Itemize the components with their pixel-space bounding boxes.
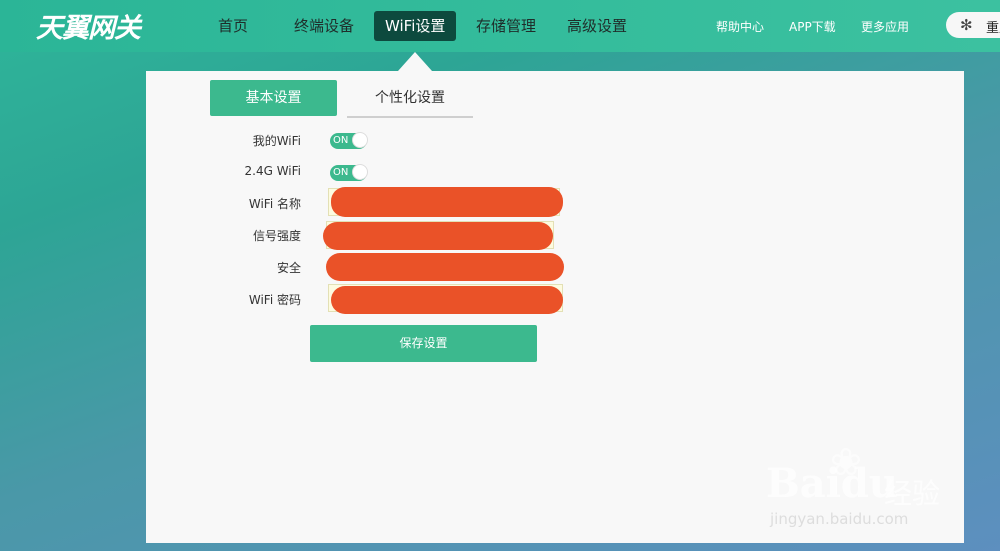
nav-home[interactable]: 首页 bbox=[207, 11, 259, 41]
signal-strength-label: 信号强度 bbox=[252, 229, 301, 243]
security-label: 安全 bbox=[276, 261, 301, 275]
settings-panel: 基本设置 个性化设置 我的WiFi ON 2.4G WiFi ON WiFi 名… bbox=[146, 71, 964, 543]
tab-basic-settings[interactable]: 基本设置 bbox=[210, 80, 337, 116]
top-bar: 天翼网关 首页 终端设备 WiFi设置 存储管理 高级设置 帮助中心 APP下载… bbox=[0, 0, 1000, 52]
logo: 天翼网关 bbox=[36, 13, 141, 44]
security-select[interactable] bbox=[326, 253, 564, 281]
restart-button[interactable]: ✻ 重启 bbox=[946, 12, 1000, 38]
my-wifi-label: 我的WiFi bbox=[252, 134, 301, 148]
save-settings-button[interactable]: 保存设置 bbox=[310, 325, 537, 362]
wifi-password-input[interactable] bbox=[328, 284, 563, 314]
nav-devices[interactable]: 终端设备 bbox=[283, 11, 365, 41]
nav-advanced[interactable]: 高级设置 bbox=[556, 11, 638, 41]
redaction-mark bbox=[331, 286, 563, 314]
wifi-24g-label: 2.4G WiFi bbox=[244, 164, 302, 178]
toggle-knob bbox=[352, 132, 368, 148]
redaction-mark bbox=[331, 187, 563, 217]
help-center-link[interactable]: 帮助中心 bbox=[716, 18, 764, 35]
tab-personalized-settings[interactable]: 个性化设置 bbox=[347, 80, 473, 118]
toggle-knob bbox=[352, 164, 368, 180]
my-wifi-toggle[interactable]: ON bbox=[330, 132, 368, 149]
spinner-icon: ✻ bbox=[960, 16, 973, 34]
signal-strength-select[interactable] bbox=[323, 221, 554, 250]
nav-storage[interactable]: 存储管理 bbox=[465, 11, 547, 41]
app-download-link[interactable]: APP下载 bbox=[789, 18, 836, 35]
wifi-password-label: WiFi 密码 bbox=[248, 293, 301, 307]
toggle-on-text: ON bbox=[333, 135, 349, 146]
redaction-mark bbox=[326, 253, 564, 281]
wifi-name-label: WiFi 名称 bbox=[248, 197, 301, 211]
redaction-mark bbox=[323, 222, 553, 250]
nav-wifi-settings[interactable]: WiFi设置 bbox=[374, 11, 457, 41]
restart-label: 重启 bbox=[986, 21, 1000, 36]
wifi-name-input[interactable] bbox=[328, 187, 563, 217]
toggle-on-text: ON bbox=[333, 167, 349, 178]
wifi-24g-toggle[interactable]: ON bbox=[330, 164, 368, 181]
active-nav-pointer bbox=[398, 52, 432, 71]
more-apps-link[interactable]: 更多应用 bbox=[861, 18, 909, 35]
